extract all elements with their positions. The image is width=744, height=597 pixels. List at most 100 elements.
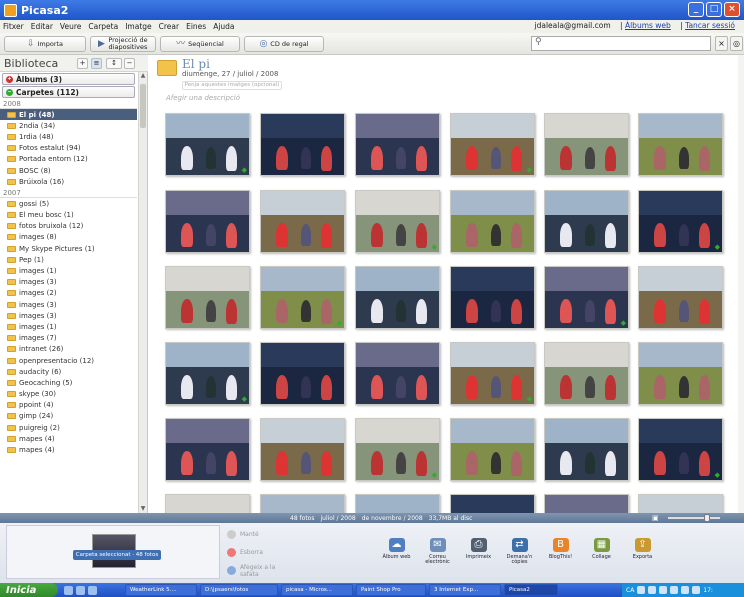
folder-item[interactable]: ppoint (4) xyxy=(0,400,137,411)
photo-thumbnail[interactable] xyxy=(638,113,723,176)
scroll-up-icon[interactable]: ▲ xyxy=(139,72,147,80)
folder-item[interactable]: Pep (1) xyxy=(0,254,137,265)
zoom-slider-thumb[interactable] xyxy=(704,514,710,522)
action-button-3[interactable]: ⇄ Demana'n còpies xyxy=(499,538,540,578)
folder-item[interactable]: gimp (24) xyxy=(0,411,137,422)
photo-thumbnail[interactable] xyxy=(355,342,440,405)
folder-item[interactable]: El meu bosc (1) xyxy=(0,210,137,221)
album-title[interactable]: El pi xyxy=(182,57,210,71)
photo-thumbnail[interactable] xyxy=(638,266,723,329)
album-description[interactable]: Afegir una descripció xyxy=(166,94,240,102)
gift-cd-button[interactable]: ◎ CD de regal xyxy=(244,36,324,52)
folder-item[interactable]: images (7) xyxy=(0,333,137,344)
albums-collection[interactable]: + Àlbums (3) xyxy=(2,73,135,85)
photo-thumbnail[interactable] xyxy=(355,494,440,513)
folder-item[interactable]: images (1) xyxy=(0,265,137,276)
photo-thumbnail[interactable]: ◆ xyxy=(165,342,250,405)
photo-thumbnail[interactable]: ◆ xyxy=(355,190,440,253)
tray-icon[interactable] xyxy=(670,586,679,594)
action-button-1[interactable]: ✉ Correu electrònic xyxy=(417,538,458,578)
photo-thumbnail[interactable] xyxy=(450,190,535,253)
photo-thumbnail[interactable] xyxy=(355,266,440,329)
menu-help[interactable]: Ajuda xyxy=(213,22,234,31)
photo-thumbnail[interactable] xyxy=(165,494,250,513)
upload-images-button[interactable]: Penja aquestes imatges (opcional) xyxy=(182,81,282,90)
collapse-folders-icon[interactable]: − xyxy=(6,88,13,96)
search-input[interactable]: ⚲ xyxy=(531,36,711,51)
action-button-2[interactable]: ⎙ Imprimeix xyxy=(458,538,499,578)
folder-item[interactable]: Brúixola (16) xyxy=(0,176,137,187)
photo-thumbnail[interactable]: ◆ xyxy=(260,266,345,329)
tray-icon[interactable] xyxy=(659,586,668,594)
photo-thumbnail[interactable] xyxy=(544,113,629,176)
folder-item[interactable]: skype (30) xyxy=(0,389,137,400)
tray-icon[interactable] xyxy=(692,586,701,594)
photo-thumbnail[interactable] xyxy=(165,418,250,481)
folder-item-selected[interactable]: El pi (48) xyxy=(0,109,137,121)
folder-item[interactable]: 2ndia (34) xyxy=(0,120,137,131)
add-album-icon[interactable]: + xyxy=(77,58,88,69)
photo-thumbnail[interactable] xyxy=(165,266,250,329)
search-options-button[interactable]: ◎ xyxy=(730,36,743,51)
folder-item[interactable]: intranet (26) xyxy=(0,344,137,355)
photo-thumbnail[interactable]: ◆ xyxy=(544,494,629,513)
task-weatherlink[interactable]: WeatherLink 5.... xyxy=(125,584,197,596)
folder-item[interactable]: images (3) xyxy=(0,310,137,321)
language-indicator[interactable]: CA xyxy=(626,587,634,594)
browser-icon[interactable] xyxy=(76,585,85,595)
photo-thumbnail[interactable] xyxy=(260,113,345,176)
photo-thumbnail[interactable] xyxy=(544,342,629,405)
folder-item[interactable]: fotos bruixola (12) xyxy=(0,221,137,232)
action-button-4[interactable]: B BlogThis! xyxy=(540,538,581,578)
menu-image[interactable]: Imatge xyxy=(125,22,151,31)
photo-thumbnail[interactable] xyxy=(638,342,723,405)
folder-item[interactable]: Portada entorn (12) xyxy=(0,154,137,165)
scroll-down-icon[interactable]: ▼ xyxy=(139,505,147,513)
tray-icon[interactable] xyxy=(681,586,690,594)
tray-icon[interactable] xyxy=(648,586,657,594)
folder-item[interactable]: mapes (4) xyxy=(0,433,137,444)
folder-item[interactable]: images (2) xyxy=(0,288,137,299)
maximize-button[interactable]: □ xyxy=(706,2,722,17)
photo-thumbnail[interactable] xyxy=(544,190,629,253)
timeline-button[interactable]: 〰 Seqüencial xyxy=(160,36,240,52)
folder-item[interactable]: images (8) xyxy=(0,232,137,243)
menu-folder[interactable]: Carpeta xyxy=(88,22,118,31)
task-word[interactable]: picasa - Micros... xyxy=(281,584,353,596)
photo-thumbnail[interactable]: ◆ xyxy=(355,418,440,481)
folder-item[interactable]: puigreig (2) xyxy=(0,422,137,433)
photo-thumbnail[interactable]: ◆ xyxy=(638,418,723,481)
sidebar-scrollbar[interactable]: ▲ ▼ xyxy=(138,72,147,513)
photo-thumbnail[interactable] xyxy=(260,342,345,405)
folder-item[interactable]: 1rdia (48) xyxy=(0,131,137,142)
photo-thumbnail[interactable] xyxy=(355,113,440,176)
sidebar-scroll-thumb[interactable] xyxy=(140,84,146,128)
clear-button[interactable]: Esborra xyxy=(227,545,277,560)
expand-albums-icon[interactable]: + xyxy=(6,75,13,83)
photo-thumbnail[interactable]: ◆ xyxy=(450,113,535,176)
clear-search-button[interactable]: × xyxy=(715,36,728,51)
photo-thumbnail[interactable]: ◆ xyxy=(544,266,629,329)
hold-button[interactable]: Manté xyxy=(227,527,277,542)
task-explorer[interactable]: D:\jpsaers\fotos xyxy=(200,584,278,596)
menu-view[interactable]: Veure xyxy=(60,22,81,31)
folder-item[interactable]: Geocaching (5) xyxy=(0,377,137,388)
action-button-5[interactable]: ▦ Collage xyxy=(581,538,622,578)
folder-item[interactable]: openpresentacio (12) xyxy=(0,355,137,366)
close-button[interactable]: × xyxy=(724,2,740,17)
tray-icon[interactable] xyxy=(637,586,646,594)
photo-thumbnail[interactable] xyxy=(450,494,535,513)
folder-item[interactable]: images (1) xyxy=(0,321,137,332)
folder-item[interactable]: BOSC (8) xyxy=(0,165,137,176)
task-picasa[interactable]: Picasa2 xyxy=(504,584,558,596)
action-button-6[interactable]: ⇪ Exporta xyxy=(622,538,663,578)
photo-thumbnail[interactable]: ◆ xyxy=(165,113,250,176)
task-internet-explorer[interactable]: 3 Internet Exp... xyxy=(429,584,501,596)
media-icon[interactable] xyxy=(88,585,97,595)
menu-create[interactable]: Crear xyxy=(159,22,179,31)
task-paintshop[interactable]: Paint Shop Pro xyxy=(356,584,426,596)
sort-icon[interactable]: ↕ xyxy=(106,58,122,69)
collapse-icon[interactable]: − xyxy=(124,58,135,69)
folder-item[interactable]: images (3) xyxy=(0,299,137,310)
start-button[interactable]: Inicia xyxy=(0,583,58,597)
